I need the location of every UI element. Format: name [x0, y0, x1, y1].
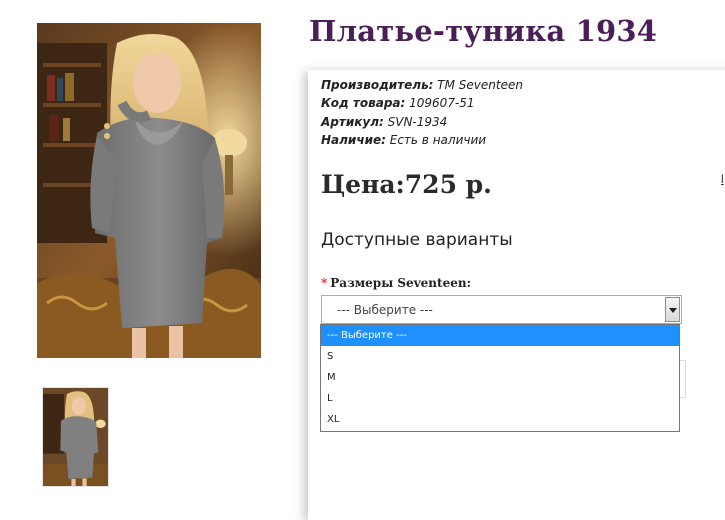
product-attributes: Производитель: TM Seventeen Код товара: …: [321, 76, 523, 149]
size-select-value: --- Выберите ---: [337, 303, 433, 317]
stock-row: Наличие: Есть в наличии: [321, 131, 523, 149]
product-photo-image: [37, 23, 261, 358]
article-row: Артикул: SVN-1934: [321, 113, 523, 131]
dropdown-button[interactable]: [665, 297, 680, 322]
product-thumbnail-image: [43, 388, 108, 486]
required-mark: *: [321, 276, 328, 290]
size-select[interactable]: --- Выберите ---: [321, 295, 682, 324]
size-label-text: Размеры Seventeen:: [330, 276, 471, 290]
product-title: Платье-туника 1934: [309, 14, 658, 48]
product-thumbnail[interactable]: [42, 387, 109, 487]
product-price: Цена:725 р.: [321, 170, 492, 199]
options-heading: Доступные варианты: [321, 230, 513, 250]
article-value: SVN-1934: [387, 114, 448, 129]
stock-label: Наличие:: [321, 132, 386, 147]
size-dropdown-list[interactable]: --- Выберите --- S M L XL: [320, 324, 680, 432]
size-option-m[interactable]: M: [321, 367, 679, 388]
size-option-placeholder[interactable]: --- Выберите ---: [321, 325, 679, 346]
manufacturer-value: TM Seventeen: [437, 78, 523, 92]
cut-off-link[interactable]: l: [721, 172, 724, 186]
product-main-photo[interactable]: [37, 23, 261, 358]
product-code-row: Код товара: 109607-51: [321, 94, 523, 112]
size-select-label: * Размеры Seventeen:: [321, 276, 471, 290]
stock-value: Есть в наличии: [389, 132, 487, 147]
article-label: Артикул:: [321, 114, 384, 129]
manufacturer-row: Производитель: TM Seventeen: [321, 76, 523, 94]
product-code-value: 109607-51: [409, 96, 475, 111]
product-gallery: [0, 0, 300, 510]
product-code-label: Код товара:: [321, 96, 406, 111]
chevron-down-icon: [669, 308, 677, 313]
manufacturer-label: Производитель:: [321, 78, 434, 92]
size-option-s[interactable]: S: [321, 346, 679, 367]
size-option-l[interactable]: L: [321, 388, 679, 409]
size-option-xl[interactable]: XL: [321, 409, 679, 430]
product-info-panel: Производитель: TM Seventeen Код товара: …: [308, 70, 725, 520]
